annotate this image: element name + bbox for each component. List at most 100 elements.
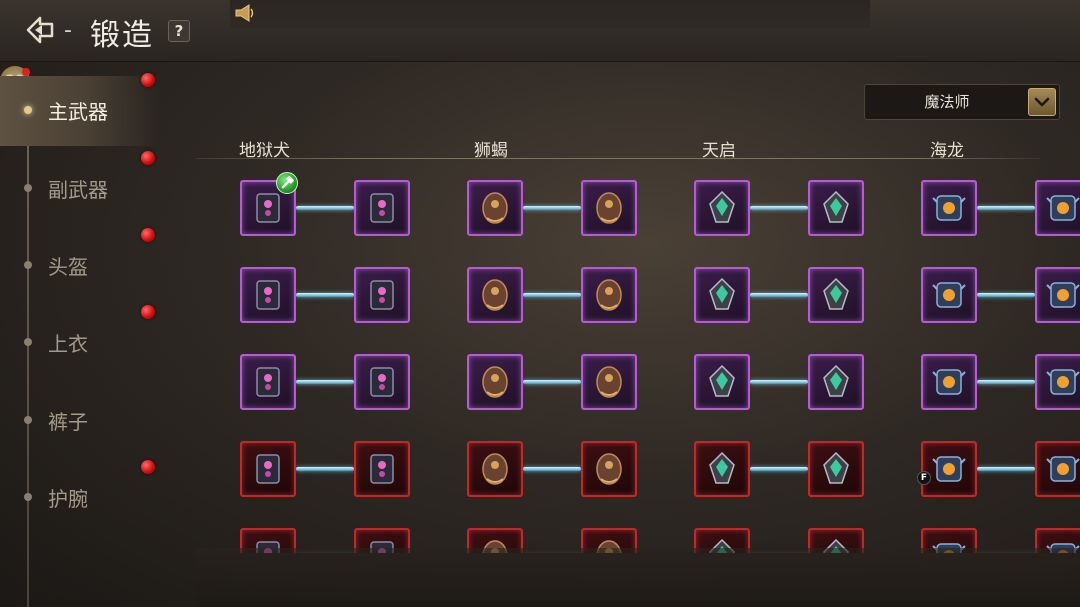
apocalypse-item-icon <box>709 190 735 223</box>
upgrade-link-line <box>750 380 808 384</box>
manticore-base-item-slot[interactable] <box>467 441 523 497</box>
upgrade-link-line <box>977 206 1035 210</box>
upgrade-link-line <box>750 467 808 471</box>
apocalypse-base-item-slot[interactable] <box>694 441 750 497</box>
manticore-upgraded-item-slot[interactable] <box>581 180 637 236</box>
apocalypse-item-icon <box>823 277 849 310</box>
apocalypse-base-item-slot[interactable] <box>694 267 750 323</box>
sidebar-item-main-weapon[interactable]: 主武器 <box>0 76 160 146</box>
sea-dragon-item-icon <box>1046 282 1080 308</box>
apocalypse-item-icon <box>709 364 735 397</box>
sidebar-item-label: 头盔 <box>48 255 88 279</box>
hellhound-item-icon <box>370 367 394 397</box>
sidebar-item-marker <box>24 493 32 501</box>
apocalypse-item-icon <box>823 451 849 484</box>
sea-dragon-base-item-slot[interactable] <box>921 354 977 410</box>
apocalypse-upgraded-item-slot[interactable] <box>808 441 864 497</box>
sea-dragon-upgraded-item-slot[interactable] <box>1035 441 1080 497</box>
upgrade-link-line <box>523 293 581 297</box>
apocalypse-base-item-slot[interactable] <box>694 354 750 410</box>
notification-dot <box>141 73 155 87</box>
apocalypse-item-icon <box>709 277 735 310</box>
page-title: 锻造 <box>90 18 154 53</box>
hellhound-item-icon <box>256 454 280 484</box>
sidebar-item-pants[interactable]: 裤子 <box>0 386 160 456</box>
forge-item-grid: F <box>196 160 1080 553</box>
apocalypse-upgraded-item-slot[interactable] <box>808 354 864 410</box>
apocalypse-item-icon <box>823 190 849 223</box>
notification-dot <box>141 151 155 165</box>
apocalypse-upgraded-item-slot[interactable] <box>808 267 864 323</box>
craftable-hammer-badge <box>276 172 298 194</box>
hellhound-upgraded-item-slot[interactable] <box>354 354 410 410</box>
announcement-horn-icon[interactable] <box>234 4 256 22</box>
sidebar-item-marker <box>24 338 32 346</box>
manticore-item-icon <box>596 366 622 398</box>
upgrade-link-line <box>296 206 354 210</box>
manticore-upgraded-item-slot[interactable] <box>581 441 637 497</box>
manticore-item-icon <box>482 192 508 224</box>
upgrade-link-line <box>296 293 354 297</box>
upgrade-link-line <box>750 206 808 210</box>
sea-dragon-upgraded-item-slot[interactable] <box>1035 354 1080 410</box>
help-button[interactable]: ? <box>168 20 190 42</box>
manticore-base-item-slot[interactable] <box>467 180 523 236</box>
notification-dot <box>141 228 155 242</box>
manticore-item-icon <box>596 453 622 485</box>
back-arrow-icon <box>26 16 54 44</box>
class-select-value: 魔法师 <box>924 93 970 111</box>
hellhound-upgraded-item-slot[interactable] <box>354 180 410 236</box>
f-marker-badge: F <box>917 471 931 485</box>
hellhound-upgraded-item-slot[interactable] <box>354 441 410 497</box>
sea-dragon-upgraded-item-slot[interactable] <box>1035 267 1080 323</box>
header-divider <box>196 158 1040 159</box>
manticore-item-icon <box>482 366 508 398</box>
hellhound-item-icon <box>370 280 394 310</box>
upgrade-link-line <box>296 380 354 384</box>
sidebar-item-helmet[interactable]: 头盔 <box>0 231 160 301</box>
class-select-dropdown[interactable]: 魔法师 <box>864 84 1060 120</box>
manticore-upgraded-item-slot[interactable] <box>581 354 637 410</box>
sea-dragon-base-item-slot[interactable] <box>921 441 977 497</box>
sidebar-item-bracer[interactable]: 护腕 <box>0 463 160 533</box>
sea-dragon-base-item-slot[interactable] <box>921 267 977 323</box>
sea-dragon-item-icon <box>932 195 966 221</box>
dropdown-toggle-button[interactable] <box>1028 88 1056 116</box>
hellhound-item-icon <box>256 193 280 223</box>
manticore-item-icon <box>482 279 508 311</box>
back-button[interactable]: - <box>24 10 76 50</box>
apocalypse-base-item-slot[interactable] <box>694 180 750 236</box>
sea-dragon-upgraded-item-slot[interactable] <box>1035 180 1080 236</box>
notification-dot <box>141 305 155 319</box>
hellhound-item-icon <box>370 193 394 223</box>
sea-dragon-item-icon <box>1046 456 1080 482</box>
hellhound-base-item-slot[interactable] <box>240 354 296 410</box>
manticore-item-icon <box>482 453 508 485</box>
manticore-upgraded-item-slot[interactable] <box>581 267 637 323</box>
hellhound-base-item-slot[interactable] <box>240 267 296 323</box>
sidebar-item-top[interactable]: 上衣 <box>0 308 160 378</box>
top-bar: - 锻造 ? <box>0 0 1080 62</box>
sidebar-item-sub-weapon[interactable]: 副武器 <box>0 154 160 224</box>
hellhound-item-icon <box>370 454 394 484</box>
apocalypse-upgraded-item-slot[interactable] <box>808 180 864 236</box>
sidebar-item-label: 副武器 <box>48 178 108 202</box>
notification-dot <box>141 460 155 474</box>
hellhound-upgraded-item-slot[interactable] <box>354 267 410 323</box>
hellhound-base-item-slot[interactable] <box>240 441 296 497</box>
sea-dragon-item-icon <box>1046 369 1080 395</box>
upgrade-link-line <box>523 206 581 210</box>
chevron-down-icon <box>1034 97 1050 107</box>
manticore-item-icon <box>596 279 622 311</box>
sidebar-item-marker <box>24 416 32 424</box>
level-notification-dot <box>22 68 30 76</box>
upgrade-link-line <box>977 380 1035 384</box>
manticore-base-item-slot[interactable] <box>467 354 523 410</box>
hellhound-item-icon <box>256 280 280 310</box>
sea-dragon-base-item-slot[interactable] <box>921 180 977 236</box>
upgrade-link-line <box>296 467 354 471</box>
upgrade-link-line <box>523 467 581 471</box>
sidebar-item-marker <box>24 261 32 269</box>
sidebar-item-marker <box>24 184 32 192</box>
manticore-base-item-slot[interactable] <box>467 267 523 323</box>
